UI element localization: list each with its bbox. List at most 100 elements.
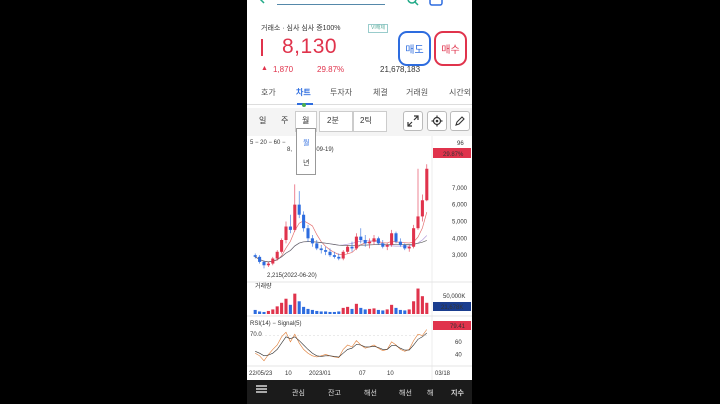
market-info: 거래소 · 심사 심사 증100% xyxy=(261,25,341,32)
nav-balance[interactable]: 잔고 xyxy=(328,388,341,398)
candle xyxy=(416,216,420,229)
tab-broker[interactable]: 거래원 xyxy=(406,87,428,98)
candle xyxy=(346,246,350,252)
rsi-title: RSI(14) − Signal(5) xyxy=(250,321,302,327)
ma-legend: 5 − 20 − 60 − xyxy=(250,140,286,146)
price-axis-label: 7,000 xyxy=(452,186,468,192)
candle xyxy=(368,241,372,244)
drawing-tool-button[interactable] xyxy=(450,111,470,131)
candle xyxy=(319,248,323,251)
period-minute[interactable]: 2분 xyxy=(327,115,339,126)
volume-bar xyxy=(359,307,363,314)
volume-bar xyxy=(262,311,266,314)
current-price: 8,130 xyxy=(282,35,338,58)
volume-bar xyxy=(394,307,398,314)
rsi-ref-label: 70.0 xyxy=(250,332,262,338)
volume-title: 거래량 xyxy=(255,282,272,290)
volume-bar xyxy=(271,309,275,314)
candle xyxy=(412,228,416,247)
volume-bar xyxy=(275,306,279,314)
rsi-axis-label: 60 xyxy=(455,340,462,346)
volume-bar xyxy=(288,304,292,314)
period-dropdown: 월 년 xyxy=(296,128,316,175)
volume-bar xyxy=(381,310,385,314)
candle xyxy=(297,204,301,215)
x-axis-label: 10 xyxy=(285,371,292,377)
volume-bar xyxy=(398,309,402,314)
share-icon[interactable] xyxy=(429,0,443,6)
tab-investor[interactable]: 투자자 xyxy=(330,87,352,98)
period-week[interactable]: 주 xyxy=(281,115,288,126)
price-axis-label: 6,000 xyxy=(452,203,468,209)
search-input-underline[interactable] xyxy=(277,4,385,5)
buy-button[interactable]: 매수 xyxy=(434,31,467,66)
volume-bar xyxy=(319,311,323,314)
candle xyxy=(420,200,424,217)
candle xyxy=(275,251,279,259)
candle xyxy=(350,246,354,249)
menu-icon[interactable] xyxy=(256,385,267,393)
volume-bar xyxy=(280,302,284,314)
volume-bar xyxy=(337,311,341,314)
x-axis-label: 03/18 xyxy=(435,371,451,377)
volume-bar xyxy=(315,310,319,314)
stock-chart[interactable]: 5 − 20 − 60 −8, 2-09-19)2,215(2022-06-20)… xyxy=(247,136,472,380)
volume-bar xyxy=(407,309,411,314)
low-label: 2,215(2022-06-20) xyxy=(267,273,317,279)
volume-bar xyxy=(346,306,350,314)
price-indicator-bar xyxy=(261,39,263,56)
dropdown-option-month[interactable]: 월 xyxy=(303,138,309,148)
volume-bar xyxy=(258,311,262,314)
nav-balance-2[interactable]: 해 xyxy=(427,388,433,398)
volume-bar xyxy=(372,308,376,314)
price-axis-label: 3,000 xyxy=(452,253,468,259)
volume-bar xyxy=(390,304,394,314)
period-month[interactable]: 월 xyxy=(302,115,309,126)
candle xyxy=(337,256,341,259)
tab-bar: 호가 차트 투자자 체결 거래원 시간외 xyxy=(247,82,472,105)
volume-bar xyxy=(284,298,288,314)
trade-volume: 21,678,183 xyxy=(380,65,421,74)
expand-button[interactable] xyxy=(403,111,423,131)
volume-tag-label: 21,678K xyxy=(441,305,463,311)
volume-bar xyxy=(324,311,328,314)
candle xyxy=(372,238,376,242)
candle xyxy=(403,245,407,249)
rate-tag: 29.87% xyxy=(443,152,464,158)
gear-icon xyxy=(431,115,443,127)
x-axis-label: 22/05/23 xyxy=(249,371,273,377)
tab-after-hours[interactable]: 시간외 xyxy=(449,87,471,98)
back-icon[interactable] xyxy=(258,0,266,4)
change-rate: 29.87% xyxy=(317,65,345,74)
up-arrow-icon: ▲ xyxy=(261,65,268,72)
candle xyxy=(398,241,402,246)
volume-bar xyxy=(385,309,389,314)
tab-chart[interactable]: 차트 xyxy=(296,87,311,98)
settings-button[interactable] xyxy=(427,111,447,131)
volume-bar xyxy=(310,309,314,314)
period-tick[interactable]: 2틱 xyxy=(360,115,372,126)
volume-bar xyxy=(412,301,416,314)
period-day[interactable]: 일 xyxy=(259,115,266,126)
phone-screen: 거래소 · 심사 심사 증100% VI해제 8,130 ▲ 1,870 29.… xyxy=(247,0,472,404)
nav-index[interactable]: 지수 xyxy=(451,388,464,398)
nav-watchlist[interactable]: 관심 xyxy=(292,388,305,398)
volume-bar xyxy=(332,311,336,314)
volume-bar xyxy=(350,308,354,314)
price-axis-top: 96 xyxy=(457,141,464,147)
volume-bar xyxy=(266,310,270,314)
tab-orderbook[interactable]: 호가 xyxy=(261,87,276,98)
dropdown-option-year[interactable]: 년 xyxy=(303,158,309,168)
candle xyxy=(407,246,411,249)
tab-trades[interactable]: 체결 xyxy=(373,87,388,98)
tab-scroll-dot xyxy=(302,103,306,107)
sell-button[interactable]: 매도 xyxy=(398,31,431,66)
search-icon[interactable] xyxy=(407,0,419,6)
candle xyxy=(381,243,385,247)
nav-overseas-watch[interactable]: 해선 xyxy=(364,388,377,398)
volume-bar xyxy=(368,308,372,314)
nav-overseas-news[interactable]: 해선 xyxy=(399,388,412,398)
bottom-navigation: 관심 잔고 해선 해선 해 지수 xyxy=(247,380,472,404)
expand-icon xyxy=(407,115,419,127)
candle xyxy=(390,233,394,246)
